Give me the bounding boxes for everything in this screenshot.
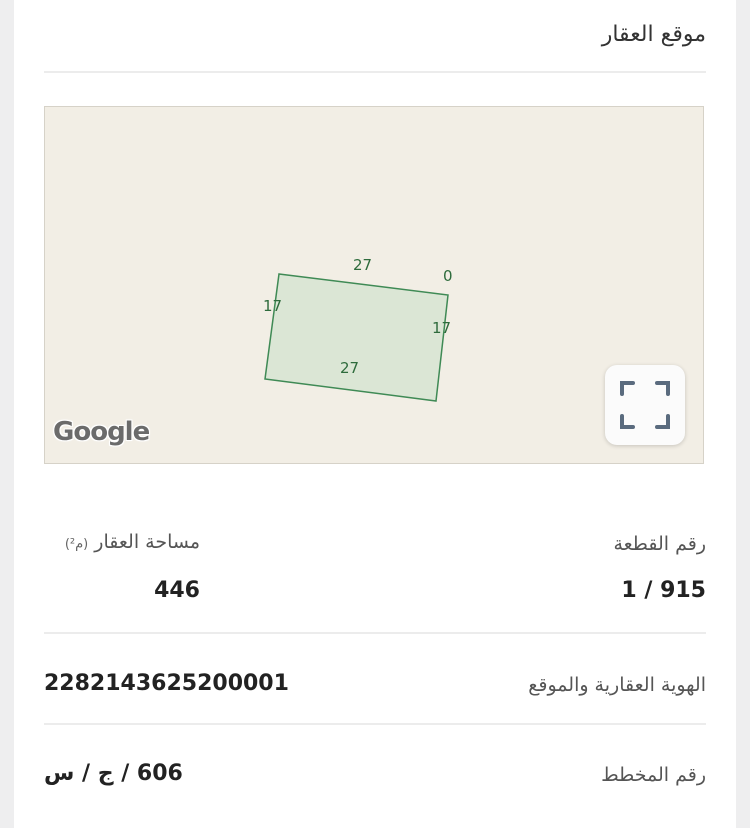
dimension-bottom: 27 (340, 359, 359, 377)
google-logo: Google (53, 417, 150, 447)
right-edge-strip (736, 0, 750, 828)
dimension-left: 17 (263, 297, 282, 315)
section-title: موقع العقار (601, 22, 706, 47)
parcel-polygon (264, 273, 449, 402)
area-unit: (م²) (64, 537, 89, 552)
dimension-top: 27 (353, 256, 372, 274)
plan-number-value: 606 / ج / س (44, 761, 183, 786)
dimension-right: 17 (432, 319, 451, 337)
map-fullscreen-button[interactable] (605, 365, 685, 445)
property-id-value: 228214362520000​1 (44, 671, 289, 696)
area-label: مساحة العقار (م²) (65, 531, 200, 553)
area-value: 446 (154, 578, 200, 603)
divider (44, 71, 706, 73)
divider (44, 632, 706, 634)
plot-number-value: 1 / 915 (621, 578, 706, 603)
plan-number-label: رقم المخطط (601, 764, 706, 786)
dimension-corner: 0 (443, 267, 453, 285)
left-edge-strip (0, 0, 14, 828)
divider (44, 723, 706, 725)
property-map[interactable]: 27 27 17 17 0 Google (44, 106, 704, 464)
property-id-label: الهوية العقارية والموقع (528, 674, 706, 696)
area-label-text: مساحة العقار (94, 531, 200, 553)
plot-number-label: رقم القطعة (613, 533, 706, 555)
fullscreen-icon (620, 381, 670, 429)
